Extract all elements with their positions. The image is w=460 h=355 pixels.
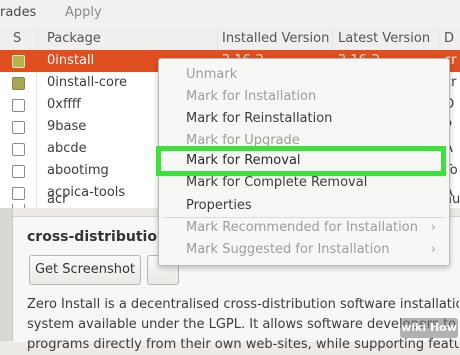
install-status-checkbox[interactable] [12, 99, 25, 112]
highlight-annotation [156, 146, 446, 176]
menu-item-mark-for-complete-removal[interactable]: Mark for Complete Removal [186, 175, 367, 190]
menu-item-mark-recommended[interactable]: Mark Recommended for Installation [186, 220, 418, 235]
apply-button[interactable]: Apply [65, 5, 102, 20]
description-line: Zero Install is a decentralised cross-di… [27, 297, 459, 312]
get-screenshot-button[interactable]: Get Screenshot [29, 255, 141, 285]
column-header-description[interactable]: D [444, 31, 454, 46]
package-name: 0xffff [47, 97, 81, 112]
package-description-text: Zero Install is a decentralised cross-di… [27, 295, 459, 355]
install-status-checkbox[interactable] [12, 55, 25, 68]
install-status-checkbox[interactable] [12, 165, 25, 178]
upgrades-button[interactable]: rades [0, 5, 36, 20]
install-status-checkbox[interactable] [12, 121, 25, 134]
package-name: 9base [47, 119, 87, 134]
install-status-checkbox[interactable] [12, 77, 25, 90]
wikihow-watermark: wiki How [400, 318, 458, 338]
column-header-latest-version[interactable]: Latest Version [338, 31, 430, 46]
column-header-package[interactable]: Package [47, 31, 101, 46]
install-status-checkbox[interactable] [12, 187, 25, 200]
table-header: S Package Installed Version Latest Versi… [0, 28, 460, 51]
submenu-arrow-icon: › [431, 242, 436, 256]
left-panel-edge [0, 208, 13, 341]
column-header-status[interactable]: S [13, 31, 21, 46]
menu-separator [163, 217, 445, 218]
description-line: system available under the LGPL. It allo… [27, 317, 459, 332]
package-name: 0install [47, 53, 95, 68]
description-line: programs directly from their own web-sit… [27, 337, 459, 352]
package-name: 0install-core [47, 75, 128, 90]
package-name: abcde [47, 141, 87, 156]
toolbar: rades Apply [0, 0, 460, 29]
column-header-installed-version[interactable]: Installed Version [222, 31, 329, 46]
package-name: abootimg [47, 163, 109, 178]
submenu-arrow-icon: › [431, 220, 436, 234]
menu-item-mark-suggested[interactable]: Mark Suggested for Installation [186, 242, 389, 257]
menu-item-properties[interactable]: Properties [186, 198, 252, 213]
menu-item-mark-for-installation[interactable]: Mark for Installation [186, 89, 316, 104]
menu-item-unmark[interactable]: Unmark [186, 67, 237, 82]
package-name: acr [47, 192, 68, 207]
menu-item-mark-for-reinstallation[interactable]: Mark for Reinstallation [186, 111, 332, 126]
install-status-checkbox[interactable] [12, 143, 25, 156]
